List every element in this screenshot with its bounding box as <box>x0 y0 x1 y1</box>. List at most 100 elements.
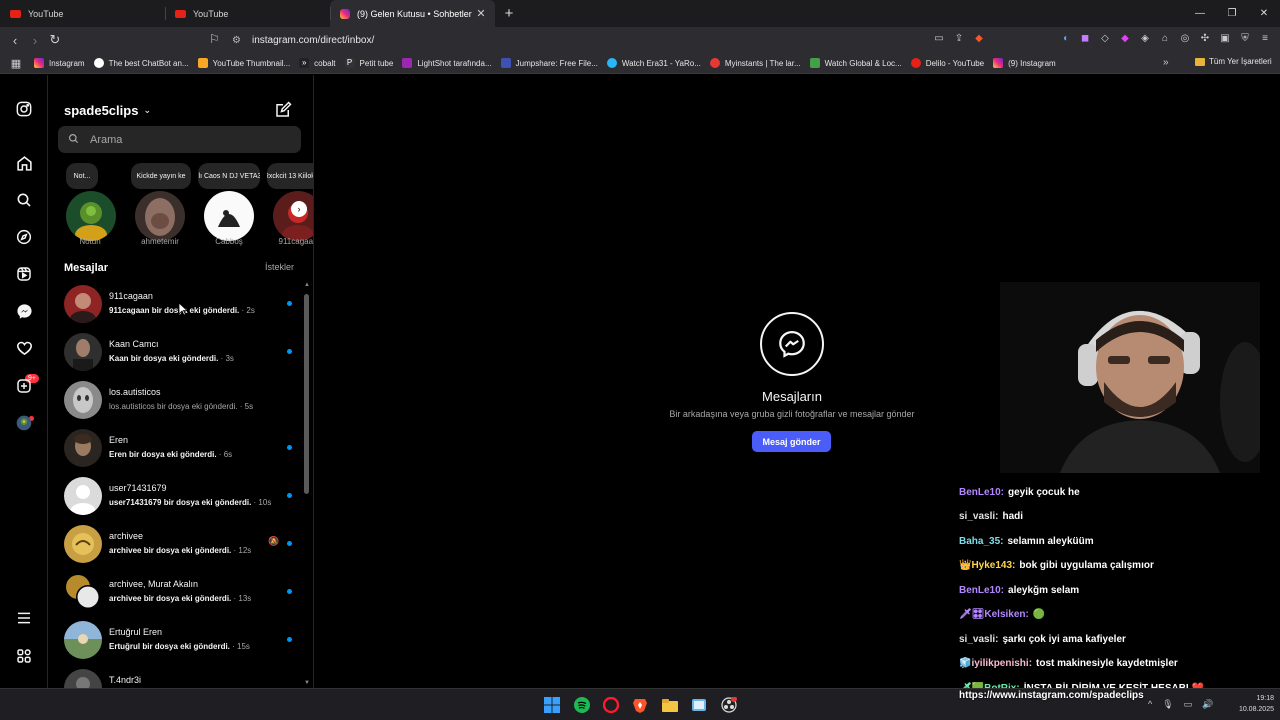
extensions-puzzle-icon[interactable]: ✣ <box>1198 31 1212 45</box>
conversation-row[interactable]: Kaan Camcı Kaan bir dosya eki gönderdi. … <box>48 329 308 377</box>
extension-icon[interactable]: ◇ <box>1098 31 1112 45</box>
bookmark-item[interactable]: Jumpshare: Free File... <box>500 58 598 68</box>
unread-dot <box>287 445 292 450</box>
bookmark-item[interactable]: P Petit tube <box>344 58 393 68</box>
more-menu-icon[interactable] <box>14 608 34 628</box>
notifications-heart-icon[interactable] <box>14 338 34 358</box>
clock[interactable]: 19:18 10.08.2025 <box>1239 693 1274 715</box>
minimize-icon[interactable]: — <box>1184 0 1216 27</box>
bookmark-item[interactable]: Instagram <box>34 58 85 68</box>
bookmark-item[interactable]: (9) Instagram <box>993 58 1056 68</box>
forward-icon[interactable]: › <box>25 30 45 50</box>
bookmarks-overflow-icon[interactable]: » <box>1163 57 1169 68</box>
unread-dot <box>287 349 292 354</box>
conversation-name: archivee, Murat Akalın <box>109 579 199 589</box>
browser-toolbar: ‹ › ↻ ⚐ ⚙ instagram.com/direct/inbox/ ▭ … <box>0 27 1280 53</box>
instagram-logo-icon[interactable] <box>14 99 34 119</box>
extension-icon[interactable]: ⌂ <box>1158 31 1172 45</box>
spotify-icon[interactable] <box>574 697 590 713</box>
network-icon[interactable]: ▭ <box>1184 699 1193 710</box>
new-tab-button[interactable]: + <box>499 0 519 27</box>
sidebar-icon[interactable]: ▣ <box>1218 31 1232 45</box>
conversation-name: Eren <box>109 435 129 445</box>
all-bookmarks-folder[interactable]: Tüm Yer İşaretleri <box>1195 57 1272 66</box>
send-message-button[interactable]: Mesaj gönder <box>752 431 831 452</box>
reels-icon[interactable] <box>14 264 34 284</box>
avatar <box>64 381 102 419</box>
bookmark-item[interactable]: Myinstants | The lar... <box>709 58 801 68</box>
opera-icon[interactable] <box>602 696 620 714</box>
scrollbar-thumb[interactable] <box>304 294 309 494</box>
windows-start-icon[interactable] <box>544 697 560 713</box>
search-icon[interactable] <box>14 190 34 210</box>
share-icon[interactable]: ⇪ <box>952 31 966 45</box>
extension-icon[interactable]: ◼ <box>1078 31 1092 45</box>
obs-icon[interactable] <box>721 696 737 713</box>
site-settings-icon[interactable]: ⚙ <box>232 35 241 46</box>
browser-tab[interactable]: YouTube <box>0 0 165 27</box>
explore-icon[interactable] <box>14 227 34 247</box>
bookmark-item[interactable]: Watch Global & Loc... <box>809 58 902 68</box>
bookmark-item[interactable]: YouTube Thumbnail... <box>197 58 290 68</box>
new-message-icon[interactable] <box>274 101 292 119</box>
home-icon[interactable] <box>14 153 34 173</box>
conversation-row[interactable]: archivee, Murat Akalın archivee bir dosy… <box>48 569 308 617</box>
browser-tab-active[interactable]: (9) Gelen Kutusu • Sohbetler ✕ <box>330 0 495 27</box>
brave-shield-icon[interactable]: ◆ <box>972 31 986 45</box>
chat-message: Baha_35: selamın aleyküüm <box>959 535 1094 547</box>
restore-icon[interactable]: ❐ <box>1216 0 1248 27</box>
conversation-row[interactable]: user71431679 user71431679 bir dosya eki … <box>48 473 308 521</box>
webcam-overlay <box>1000 282 1260 473</box>
bookmark-item[interactable]: Watch Era31 - YaRo... <box>606 58 701 68</box>
bookmark-icon[interactable]: ⚐ <box>209 32 220 46</box>
toolbar-actions: ▭ ⇪ ◆ ◖ ◼ ◇ ◆ ◈ ⌂ ◎ ✣ ▣ ⛨ ≡ <box>932 31 1272 45</box>
sound-icon[interactable]: ◖ <box>1058 31 1072 45</box>
scroll-up-icon[interactable]: ▲ <box>304 282 310 288</box>
bookmark-item[interactable]: Delilo - YouTube <box>910 58 984 68</box>
extension-icon[interactable]: ◆ <box>1118 31 1132 45</box>
messenger-icon[interactable] <box>14 301 34 321</box>
close-window-icon[interactable]: ✕ <box>1248 0 1280 27</box>
avatar <box>64 333 102 371</box>
snipping-tool-icon[interactable] <box>691 697 707 713</box>
profile-avatar-icon[interactable] <box>14 413 34 433</box>
conversation-row[interactable]: Ertuğrul Eren Ertuğrul bir dosya eki gön… <box>48 617 308 665</box>
bookmark-item[interactable]: » cobalt <box>299 58 336 68</box>
bookmark-item[interactable]: LightShot tarafında... <box>402 58 492 68</box>
account-switcher[interactable]: spade5clips ⌄ <box>64 103 151 118</box>
close-tab-icon[interactable]: ✕ <box>475 7 487 20</box>
conversation-row[interactable]: los.autisticos los.autisticos bir dosya … <box>48 377 308 425</box>
reload-icon[interactable]: ↻ <box>45 30 65 50</box>
browser-tab[interactable]: YouTube <box>165 0 330 27</box>
note-name: 911cagaan <box>278 237 314 246</box>
apps-grid-icon[interactable]: ▦ <box>4 57 28 70</box>
conversation-row[interactable]: T.4ndr3i <box>48 665 308 688</box>
create-post-icon[interactable] <box>14 376 34 396</box>
file-explorer-icon[interactable] <box>662 697 678 713</box>
conversation-scrollbar[interactable]: ▲ ▼ <box>303 282 311 688</box>
note-bubble: ılı Rxckcit 13 Kiiloki, SV <box>267 163 313 189</box>
conversation-row[interactable]: Eren Eren bir dosya eki gönderdi. · 6s <box>48 425 308 473</box>
shield-icon[interactable]: ⛨ <box>1238 31 1252 45</box>
brave-browser-icon[interactable] <box>632 697 648 713</box>
conversation-row[interactable]: archivee archivee bir dosya eki gönderdi… <box>48 521 308 569</box>
menu-icon[interactable]: ≡ <box>1258 31 1272 45</box>
also-from-meta-icon[interactable] <box>14 646 34 666</box>
empty-state-title: Mesajların <box>762 389 822 404</box>
requests-link[interactable]: İstekler <box>265 262 294 272</box>
extension-icon[interactable]: ◎ <box>1178 31 1192 45</box>
tray-overflow-icon[interactable]: ^ <box>1148 699 1152 710</box>
extension-icon[interactable]: ◈ <box>1138 31 1152 45</box>
myinstants-icon <box>709 58 720 68</box>
cast-icon[interactable]: ▭ <box>932 31 946 45</box>
volume-icon[interactable]: 🔊 <box>1202 699 1213 710</box>
microphone-icon[interactable]: 🎙 <box>1162 699 1173 710</box>
back-icon[interactable]: ‹ <box>5 30 25 50</box>
chevron-right-icon[interactable]: › <box>291 201 307 217</box>
scroll-down-icon[interactable]: ▼ <box>304 680 310 686</box>
muted-bell-icon: 🔕 <box>268 536 280 546</box>
folder-icon <box>1195 57 1205 66</box>
address-bar[interactable]: ⚙ instagram.com/direct/inbox/ <box>232 31 952 49</box>
search-input[interactable]: Arama <box>58 126 301 153</box>
bookmark-item[interactable]: The best ChatBot an... <box>93 58 189 68</box>
